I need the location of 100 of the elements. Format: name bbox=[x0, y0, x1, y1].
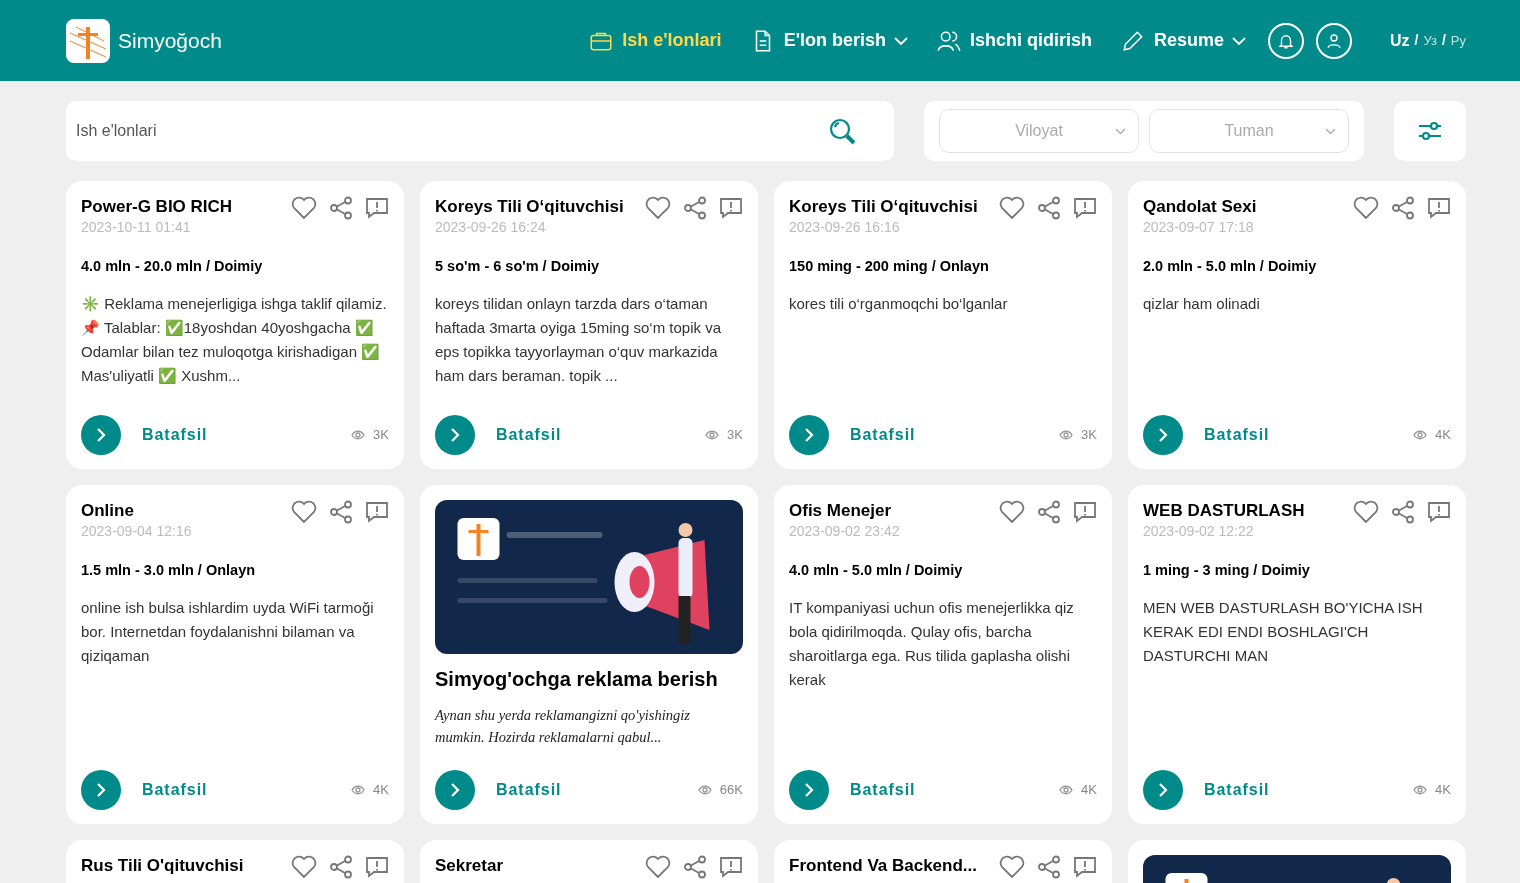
arrow-button[interactable] bbox=[789, 770, 829, 810]
view-count: 4K bbox=[1081, 781, 1097, 800]
logo-text[interactable]: Simyoğoch bbox=[118, 24, 222, 57]
nav-link[interactable]: Ish e'lonlari bbox=[588, 27, 722, 54]
job-description: koreys tilidan onlayn tarzda dars o‘taman haftada 3marta oyiga 15ming so‘m topik va eps topikka tayyorlayman o‘quv markazida ham dars beraman. topik ... bbox=[435, 293, 722, 386]
job-title[interactable]: Power-G BIO RICH bbox=[81, 196, 291, 218]
job-title[interactable]: Online bbox=[81, 500, 291, 522]
salary: 1.5 mln - 3.0 mln / Onlayn bbox=[81, 561, 257, 580]
job-title[interactable]: Sekretar bbox=[435, 855, 645, 877]
filter-settings-button[interactable] bbox=[1394, 101, 1466, 161]
language-link[interactable]: Uz bbox=[1390, 28, 1410, 53]
report-icon[interactable] bbox=[1073, 855, 1097, 879]
job-title[interactable]: Frontend Va Backend... bbox=[789, 855, 999, 877]
details-link[interactable]: Batafsil bbox=[142, 778, 208, 802]
nav-link[interactable]: Resume bbox=[1119, 27, 1246, 54]
details-link[interactable]: Batafsil bbox=[496, 778, 562, 802]
heart-icon[interactable] bbox=[999, 196, 1025, 220]
view-count: 3K bbox=[1081, 426, 1097, 445]
share-icon[interactable] bbox=[683, 196, 707, 220]
post-date: 2023-09-02 12:22 bbox=[1143, 522, 1255, 540]
arrow-button[interactable] bbox=[81, 770, 121, 810]
job-description: qizlar ham olinadi bbox=[1143, 293, 1261, 314]
notification-button[interactable] bbox=[1268, 22, 1304, 59]
share-icon[interactable] bbox=[329, 855, 353, 879]
heart-icon[interactable] bbox=[999, 500, 1025, 524]
eye-icon bbox=[697, 785, 712, 795]
eye-icon bbox=[1413, 785, 1428, 795]
share-icon[interactable] bbox=[683, 855, 707, 879]
chevron-right-icon bbox=[450, 782, 460, 798]
report-icon[interactable] bbox=[365, 196, 389, 220]
details-link[interactable]: Batafsil bbox=[850, 423, 916, 447]
chevron-down-icon bbox=[1115, 127, 1126, 135]
select-field[interactable]: Viloyat bbox=[939, 109, 1139, 153]
report-icon[interactable] bbox=[719, 855, 743, 879]
heart-icon[interactable] bbox=[291, 855, 317, 879]
job-description: MEN WEB DASTURLASH BO'YICHA ISH KERAK EDI ENDI BOSHLAGI'CH DASTURCHI MAN bbox=[1143, 597, 1424, 666]
details-link[interactable]: Batafsil bbox=[496, 423, 562, 447]
view-count: 4K bbox=[1435, 426, 1451, 445]
arrow-button[interactable] bbox=[1143, 770, 1183, 810]
job-title[interactable]: Koreys Tili O‘qituvchisi bbox=[435, 196, 645, 218]
heart-icon[interactable] bbox=[291, 500, 317, 524]
arrow-button[interactable] bbox=[435, 415, 475, 455]
view-count: 3K bbox=[373, 426, 389, 445]
language-link[interactable]: Уз bbox=[1423, 30, 1437, 51]
details-link[interactable]: Batafsil bbox=[1204, 778, 1270, 802]
select-field[interactable]: Tuman bbox=[1149, 109, 1349, 153]
job-title[interactable]: WEB DASTURLASH bbox=[1143, 500, 1353, 522]
report-icon[interactable] bbox=[1427, 196, 1451, 220]
share-icon[interactable] bbox=[1037, 196, 1061, 220]
job-title[interactable]: Qandolat Sexi bbox=[1143, 196, 1353, 218]
share-icon[interactable] bbox=[1391, 500, 1415, 524]
nav-link[interactable]: E'lon berish bbox=[749, 27, 908, 54]
heart-icon[interactable] bbox=[291, 196, 317, 220]
salary: 1 ming - 3 ming / Doimiy bbox=[1143, 561, 1311, 580]
job-description: kores tili o‘rganmoqchi bo‘lganlar bbox=[789, 293, 1009, 314]
heart-icon[interactable] bbox=[1353, 500, 1379, 524]
search-icon[interactable] bbox=[828, 117, 856, 145]
report-icon[interactable] bbox=[719, 196, 743, 220]
search-field[interactable]: Ish e'lonlari bbox=[66, 101, 894, 161]
share-icon[interactable] bbox=[1391, 196, 1415, 220]
report-icon[interactable] bbox=[365, 855, 389, 879]
heart-icon[interactable] bbox=[999, 855, 1025, 879]
nav-link[interactable]: Ishchi qidirish bbox=[935, 27, 1092, 54]
details-link[interactable]: Batafsil bbox=[1204, 423, 1270, 447]
chevron-right-icon bbox=[1158, 427, 1168, 443]
eye-icon bbox=[351, 430, 366, 440]
job-title[interactable]: Rus Tili O'qituvchisi bbox=[81, 855, 291, 877]
details-link[interactable]: Batafsil bbox=[142, 423, 208, 447]
arrow-button[interactable] bbox=[435, 770, 475, 810]
heart-icon[interactable] bbox=[1353, 196, 1379, 220]
salary: 4.0 mln - 20.0 mln / Doimiy bbox=[81, 257, 264, 276]
details-link[interactable]: Batafsil bbox=[850, 778, 916, 802]
report-icon[interactable] bbox=[1427, 500, 1451, 524]
chevron-right-icon bbox=[804, 427, 814, 443]
eye-icon bbox=[705, 430, 720, 440]
arrow-button[interactable] bbox=[81, 415, 121, 455]
arrow-button[interactable] bbox=[1143, 415, 1183, 455]
post-date: 2023-09-26 16:24 bbox=[435, 218, 547, 236]
heart-icon[interactable] bbox=[645, 855, 671, 879]
report-icon[interactable] bbox=[1073, 196, 1097, 220]
share-icon[interactable] bbox=[329, 500, 353, 524]
share-icon[interactable] bbox=[1037, 500, 1061, 524]
heart-icon[interactable] bbox=[645, 196, 671, 220]
post-date: 2023-10-11 01:41 bbox=[81, 218, 192, 236]
logo-icon[interactable] bbox=[66, 18, 110, 63]
share-icon[interactable] bbox=[1037, 855, 1061, 879]
language-link[interactable]: Ру bbox=[1450, 30, 1466, 51]
report-icon[interactable] bbox=[365, 500, 389, 524]
chevron-right-icon bbox=[1158, 782, 1168, 798]
view-count: 66K bbox=[719, 781, 743, 800]
ad-title[interactable]: Simyog'ochga reklama berish bbox=[435, 664, 743, 694]
share-icon[interactable] bbox=[329, 196, 353, 220]
arrow-button[interactable] bbox=[789, 415, 829, 455]
view-count: 4K bbox=[1435, 781, 1451, 800]
job-title[interactable]: Koreys Tili O‘qituvchisi bbox=[789, 196, 999, 218]
report-icon[interactable] bbox=[1073, 500, 1097, 524]
job-title[interactable]: Ofis Menejer bbox=[789, 500, 999, 522]
profile-button[interactable] bbox=[1316, 22, 1352, 59]
separator: / bbox=[1414, 31, 1419, 50]
job-description: online ish bulsa ishlardim uyda WiFi tarmoği bor. Internetdan foydalanishni bilaman va qiziqaman bbox=[81, 597, 375, 666]
